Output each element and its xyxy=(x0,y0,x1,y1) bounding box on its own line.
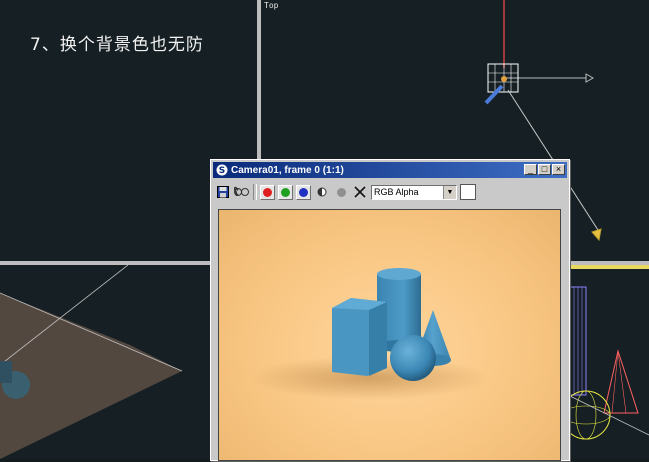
rendered-image xyxy=(218,209,561,461)
toolbar-separator xyxy=(253,184,257,200)
minimize-button[interactable]: _ xyxy=(524,164,537,175)
render-frame-window[interactable]: S Camera01, frame 0 (1:1) _ □ × ໂ RGB Al… xyxy=(210,159,570,461)
clone-icon[interactable]: ໂ xyxy=(234,184,250,200)
red-channel-button[interactable] xyxy=(260,184,275,200)
mono-icon[interactable] xyxy=(314,184,330,200)
rendered-scene xyxy=(249,268,489,400)
background-color-swatch[interactable] xyxy=(460,184,476,200)
close-button[interactable]: × xyxy=(552,164,565,175)
channel-select[interactable]: RGB Alpha ▼ xyxy=(371,184,457,200)
tutorial-caption: 7、换个背景色也无防 xyxy=(30,35,204,55)
save-icon[interactable] xyxy=(215,184,231,200)
blue-channel-button[interactable] xyxy=(296,184,311,200)
svg-text:S: S xyxy=(219,166,225,176)
scene-wireframe xyxy=(568,265,649,440)
window-title: Camera01, frame 0 (1:1) xyxy=(231,164,344,176)
render-toolbar: ໂ RGB Alpha ▼ xyxy=(215,182,565,202)
green-channel-button[interactable] xyxy=(278,184,293,200)
maximize-button[interactable]: □ xyxy=(538,164,551,175)
clear-icon[interactable] xyxy=(352,184,368,200)
blue-channel-icon xyxy=(299,187,308,197)
alpha-icon[interactable] xyxy=(333,184,349,200)
chevron-down-icon[interactable]: ▼ xyxy=(443,185,456,199)
channel-select-value: RGB Alpha xyxy=(374,186,419,197)
green-channel-icon xyxy=(281,187,290,197)
viewport-camera[interactable] xyxy=(568,265,649,459)
red-channel-icon xyxy=(263,187,272,197)
app-icon: S xyxy=(216,164,228,176)
window-titlebar[interactable]: S Camera01, frame 0 (1:1) _ □ × xyxy=(213,162,567,178)
